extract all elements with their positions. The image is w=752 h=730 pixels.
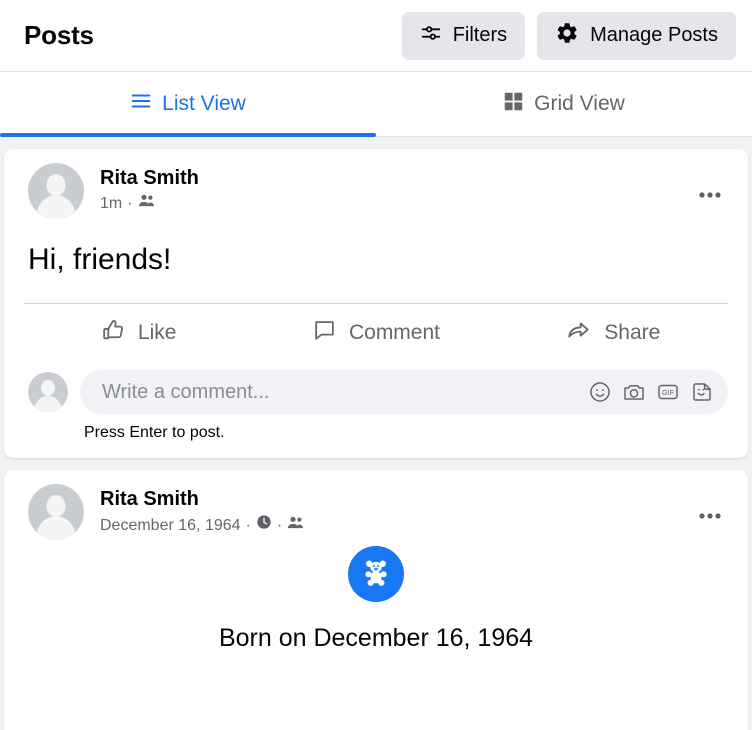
comment-input[interactable]: Write a comment...	[102, 381, 588, 404]
meta-separator: ·	[276, 516, 283, 534]
comment-button-label: Comment	[348, 321, 440, 344]
share-arrow-icon	[566, 317, 592, 349]
post-card: Rita Smith December 16, 1964 · · Born on…	[4, 470, 748, 730]
life-event: Born on December 16, 1964	[4, 540, 748, 653]
posts-app: Posts Filters Manage Posts List View Gri…	[0, 0, 752, 730]
app-header: Posts Filters Manage Posts	[0, 0, 752, 72]
grid-icon	[503, 91, 524, 118]
posts-feed: Rita Smith 1m · Hi, friends! Like Commen…	[0, 137, 752, 730]
comment-avatar[interactable]	[28, 372, 68, 412]
tab-grid-view[interactable]: Grid View	[376, 72, 752, 136]
avatar[interactable]	[28, 484, 84, 540]
post-body-text: Hi, friends!	[28, 243, 172, 276]
svg-text:GIF: GIF	[662, 388, 675, 397]
avatar[interactable]	[28, 163, 84, 219]
comment-tool-icons: GIF	[588, 380, 714, 404]
life-event-badge	[348, 546, 404, 602]
view-tabs: List View Grid View	[0, 72, 752, 137]
tab-list-view[interactable]: List View	[0, 72, 376, 137]
ellipsis-icon	[699, 513, 721, 519]
comment-button[interactable]: Comment	[257, 310, 494, 356]
post-actions: Like Comment Share	[4, 304, 748, 362]
post-card: Rita Smith 1m · Hi, friends! Like Commen…	[4, 149, 748, 458]
post-timestamp[interactable]: December 16, 1964	[100, 515, 241, 537]
page-title: Posts	[24, 20, 94, 50]
comment-composer: Write a comment... GIF	[4, 362, 748, 418]
post-submeta: December 16, 1964 · ·	[100, 514, 304, 537]
share-button-label: Share	[604, 321, 661, 344]
header-actions: Filters Manage Posts	[401, 11, 736, 60]
post-author[interactable]: Rita Smith	[100, 165, 199, 191]
like-button[interactable]: Like	[20, 310, 257, 356]
sliders-icon	[420, 22, 442, 50]
filters-button-label: Filters	[452, 24, 508, 46]
post-menu-button[interactable]	[692, 498, 728, 534]
meta-separator: ·	[245, 516, 251, 534]
post-submeta: 1m ·	[100, 193, 199, 215]
emoji-icon[interactable]	[588, 380, 612, 404]
gear-icon	[555, 21, 579, 51]
share-button[interactable]: Share	[495, 310, 732, 356]
post-meta: Rita Smith December 16, 1964 · ·	[100, 484, 304, 537]
tab-grid-view-label: Grid View	[534, 92, 625, 115]
sticker-icon[interactable]	[690, 380, 714, 404]
thumbs-up-icon	[101, 318, 126, 349]
life-event-text: Born on December 16, 1964	[218, 624, 534, 652]
list-icon	[130, 90, 152, 118]
post-author[interactable]: Rita Smith	[100, 486, 304, 512]
like-button-label: Like	[137, 321, 177, 344]
friends-icon[interactable]	[287, 515, 304, 537]
tab-list-view-label: List View	[162, 92, 246, 115]
manage-posts-button[interactable]: Manage Posts	[537, 11, 736, 60]
post-header: Rita Smith 1m ·	[4, 163, 748, 219]
clock-icon	[256, 514, 272, 537]
manage-posts-button-label: Manage Posts	[590, 24, 718, 46]
friends-icon[interactable]	[138, 193, 155, 215]
comment-input-wrapper[interactable]: Write a comment... GIF	[80, 370, 728, 414]
ellipsis-icon	[699, 192, 721, 198]
comment-hint: Press Enter to post.	[84, 424, 225, 441]
post-menu-button[interactable]	[692, 177, 728, 213]
post-timestamp[interactable]: 1m	[100, 193, 122, 215]
gif-icon[interactable]: GIF	[656, 380, 680, 404]
post-meta: Rita Smith 1m ·	[100, 163, 199, 215]
meta-separator: ·	[127, 195, 133, 212]
camera-icon[interactable]	[622, 380, 646, 404]
filters-button[interactable]: Filters	[401, 11, 526, 60]
comment-bubble-icon	[312, 318, 337, 349]
teddy-bear-icon	[361, 557, 391, 592]
post-header: Rita Smith December 16, 1964 · ·	[4, 484, 748, 540]
